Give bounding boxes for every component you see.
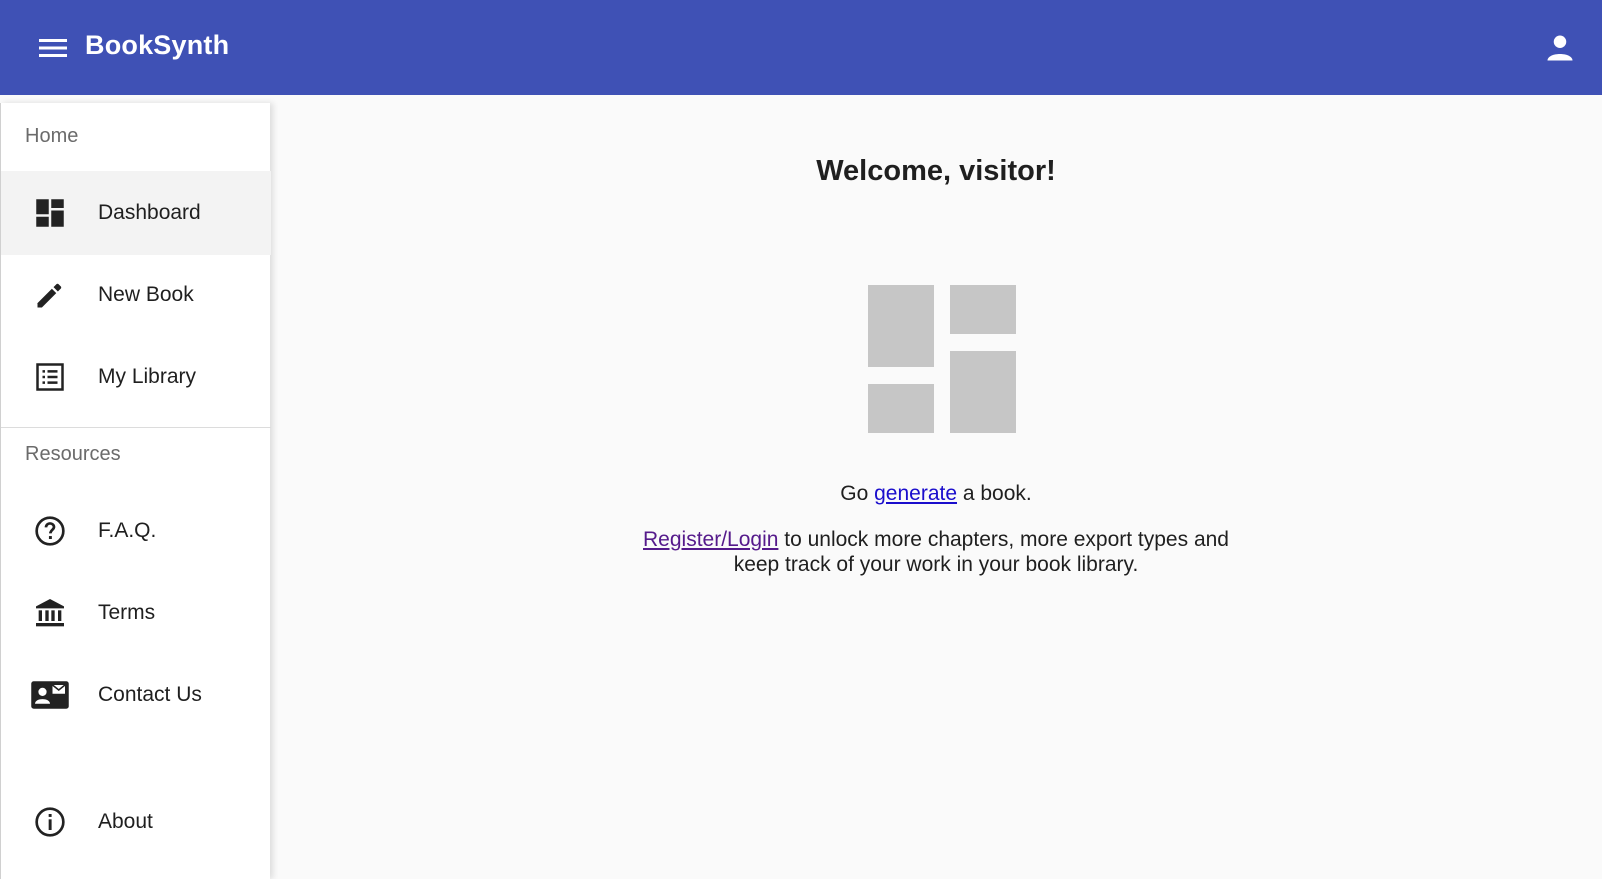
pencil-icon: [31, 276, 69, 314]
section-heading-home: Home: [25, 125, 79, 147]
section-heading-resources: Resources: [25, 443, 121, 465]
sidebar-item-contact-us[interactable]: Contact Us: [1, 653, 271, 737]
register-login-link[interactable]: Register/Login: [643, 528, 778, 551]
main-content: Welcome, visitor! Go generate a book. Re…: [270, 95, 1602, 879]
sidebar-divider: [1, 427, 271, 428]
page-title: Welcome, visitor!: [816, 155, 1056, 187]
generate-suffix: a book.: [957, 482, 1032, 505]
dashboard-icon: [31, 194, 69, 232]
sidebar-item-new-book[interactable]: New Book: [1, 253, 271, 337]
sidebar-item-label: About: [98, 810, 153, 833]
account-button[interactable]: [1540, 28, 1580, 68]
sidebar-item-dashboard[interactable]: Dashboard: [1, 171, 271, 255]
sidebar-item-label: Dashboard: [98, 201, 201, 224]
sidebar: Home Dashboard New Book My Library Resou…: [0, 103, 271, 879]
menu-button[interactable]: [28, 28, 80, 68]
app-title: BookSynth: [85, 30, 230, 60]
sidebar-item-faq[interactable]: F.A.Q.: [1, 489, 271, 573]
sidebar-item-label: My Library: [98, 365, 197, 388]
bank-icon: [31, 594, 69, 632]
sidebar-item-my-library[interactable]: My Library: [1, 335, 271, 419]
generate-link[interactable]: generate: [874, 482, 957, 505]
sidebar-item-label: Contact Us: [98, 683, 202, 706]
app-bar: BookSynth: [0, 0, 1602, 95]
sidebar-item-label: F.A.Q.: [98, 519, 157, 542]
account-icon: [1547, 35, 1573, 61]
register-text-1: to unlock more chapters, more export typ…: [778, 528, 1229, 551]
sidebar-item-about[interactable]: About: [1, 780, 271, 864]
menu-icon: [39, 39, 67, 57]
register-text-2: keep track of your work in your book lib…: [733, 553, 1139, 576]
help-circle-icon: [31, 512, 69, 550]
sidebar-item-label: New Book: [98, 283, 194, 306]
generate-prefix: Go: [840, 482, 875, 505]
dashboard-illustration-icon: [868, 285, 1016, 433]
sidebar-item-terms[interactable]: Terms: [1, 571, 271, 655]
sidebar-item-label: Terms: [98, 601, 156, 624]
list-icon: [31, 358, 69, 396]
generate-prompt: Go generate a book.: [270, 482, 1602, 506]
register-prompt: Register/Login to unlock more chapters, …: [270, 527, 1602, 577]
contact-mail-icon: [31, 676, 69, 714]
info-icon: [31, 803, 69, 841]
